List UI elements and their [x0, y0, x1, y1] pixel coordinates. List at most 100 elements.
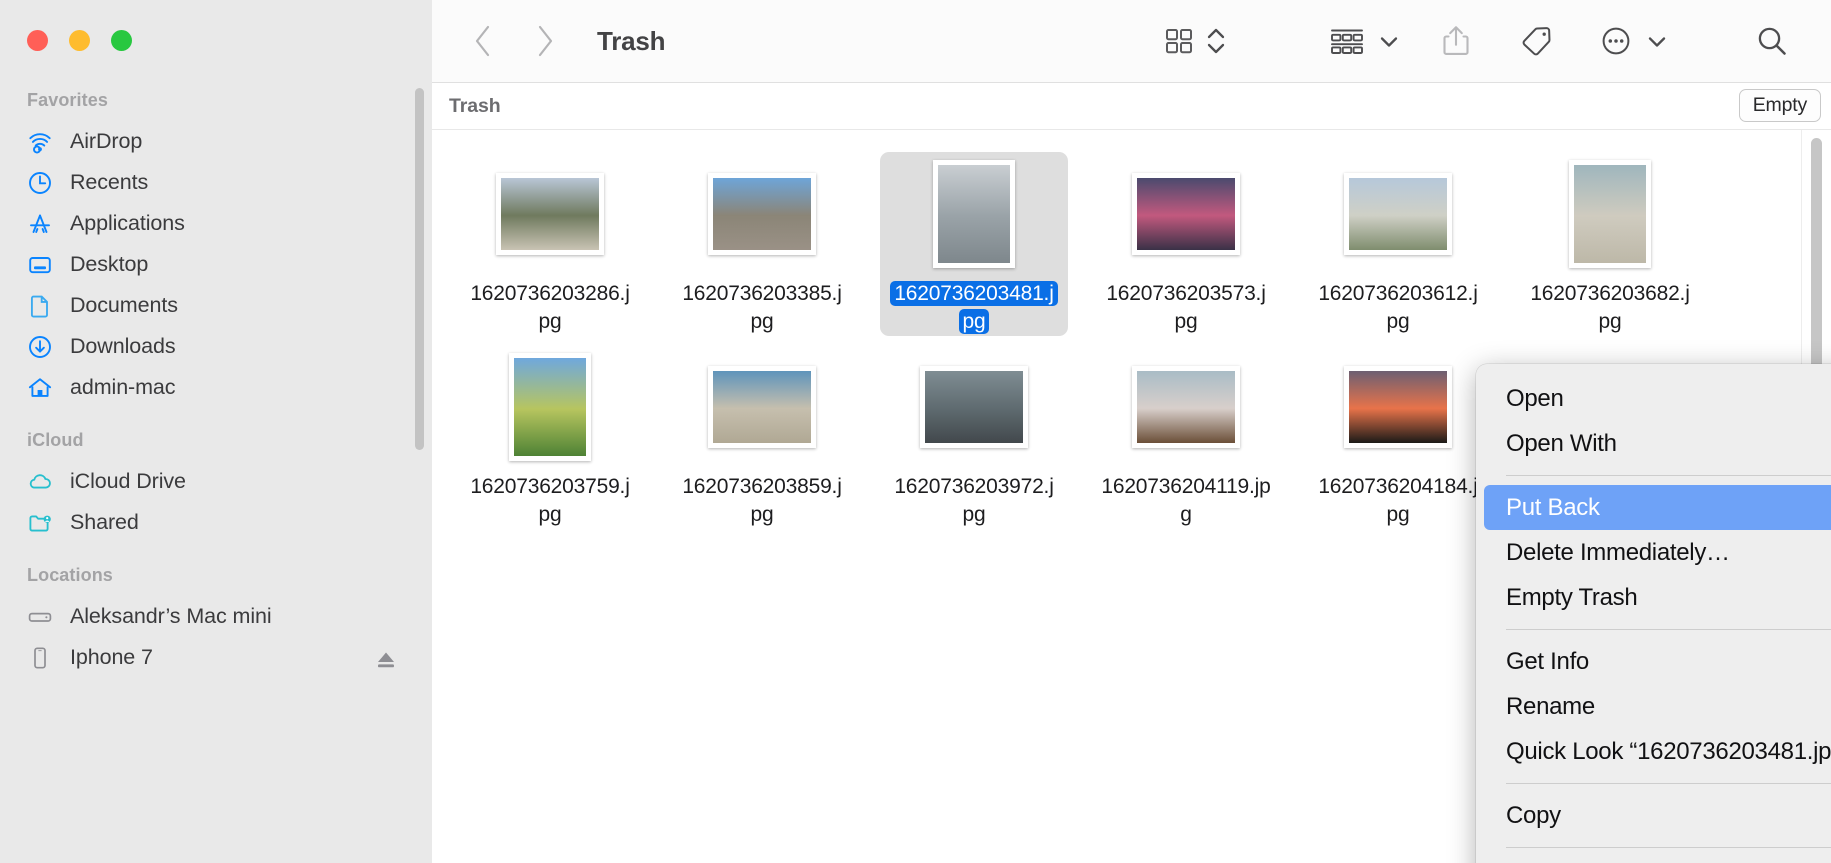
- photo-preview: [708, 365, 816, 448]
- toolbar-right-group: [1161, 18, 1831, 64]
- sidebar-item-icloud-drive[interactable]: iCloud Drive: [0, 461, 432, 502]
- photo-preview: [933, 160, 1015, 268]
- sidebar-item-label: iCloud Drive: [70, 469, 186, 493]
- file-item[interactable]: 1620736203286.jpg: [456, 152, 644, 336]
- forward-button[interactable]: [528, 22, 562, 60]
- sidebar-item-downloads[interactable]: Downloads: [0, 326, 432, 367]
- tag-button[interactable]: [1517, 18, 1555, 64]
- context-menu-item-label: Quick Look “1620736203481.jpg”: [1506, 737, 1831, 765]
- photo-preview: [1344, 173, 1452, 255]
- toolbar: Trash: [432, 0, 1831, 83]
- context-menu-item-label: Put Back: [1506, 493, 1600, 521]
- minimize-button[interactable]: [69, 30, 90, 51]
- file-item[interactable]: 1620736204119.jpg: [1092, 345, 1280, 529]
- sidebar-item-label: Iphone 7: [70, 645, 153, 669]
- sidebar-item-mac-mini[interactable]: Aleksandr’s Mac mini: [0, 596, 432, 637]
- context-menu-separator: [1506, 783, 1831, 784]
- sidebar-item-desktop[interactable]: Desktop: [0, 244, 432, 285]
- context-menu-item[interactable]: Delete Immediately…: [1476, 530, 1831, 575]
- file-item[interactable]: 1620736203859.jpg: [668, 345, 856, 529]
- file-name-label: 1620736203573.jpg: [1106, 282, 1266, 333]
- share-button[interactable]: [1439, 18, 1473, 64]
- sidebar-item-label: Desktop: [70, 252, 149, 276]
- cloud-icon: [26, 468, 54, 496]
- file-thumbnail: [912, 353, 1036, 461]
- photo-preview: [509, 352, 591, 461]
- context-menu-item[interactable]: Open: [1476, 376, 1831, 421]
- sidebar-item-recents[interactable]: Recents: [0, 162, 432, 203]
- empty-trash-button[interactable]: Empty: [1738, 89, 1821, 122]
- context-menu-item[interactable]: Copy: [1476, 793, 1831, 838]
- file-name-label: 1620736203759.jpg: [470, 474, 630, 526]
- file-name-label: 1620736203481.jpg: [889, 280, 1059, 336]
- context-menu-separator: [1506, 629, 1831, 630]
- close-button[interactable]: [27, 30, 48, 51]
- page-title: Trash: [597, 25, 666, 56]
- file-thumbnail: [488, 352, 612, 461]
- context-menu-item[interactable]: Rename: [1476, 684, 1831, 729]
- zoom-button[interactable]: [111, 30, 132, 51]
- finder-window: Favorites AirDrop Recents Applications D…: [0, 0, 1831, 863]
- view-mode-button[interactable]: [1161, 18, 1197, 64]
- sidebar-scrollbar[interactable]: [415, 88, 424, 848]
- file-item[interactable]: 1620736203972.jpg: [880, 345, 1068, 529]
- sidebar-item-iphone-7[interactable]: Iphone 7: [0, 637, 432, 678]
- eject-icon[interactable]: [374, 648, 394, 668]
- file-thumbnail: [1336, 160, 1460, 268]
- view-stepper-button[interactable]: [1203, 18, 1229, 64]
- context-menu-item[interactable]: Get Info: [1476, 639, 1831, 684]
- context-menu-item-label: Delete Immediately…: [1506, 538, 1730, 566]
- sidebar-item-applications[interactable]: Applications: [0, 203, 432, 244]
- file-item[interactable]: 1620736203385.jpg: [668, 152, 856, 336]
- applications-icon: [26, 210, 54, 238]
- photo-preview: [920, 365, 1028, 448]
- context-menu-item-label: Rename: [1506, 692, 1595, 720]
- search-button[interactable]: [1753, 18, 1791, 64]
- photo-preview: [1344, 365, 1452, 448]
- sidebar-group-icloud-title: iCloud: [27, 430, 84, 450]
- sidebar-item-airdrop[interactable]: AirDrop: [0, 121, 432, 162]
- file-item[interactable]: 1620736203573.jpg: [1092, 152, 1280, 336]
- sidebar-item-admin-mac[interactable]: admin-mac: [0, 367, 432, 408]
- file-item[interactable]: 1620736203481.jpg: [880, 152, 1068, 336]
- file-item[interactable]: 1620736204184.jpg: [1304, 345, 1492, 529]
- file-name-label: 1620736204119.jpg: [1101, 474, 1271, 526]
- downloads-icon: [26, 333, 54, 361]
- sidebar-group-locations-title: Locations: [27, 565, 113, 585]
- file-name-label: 1620736203972.jpg: [894, 474, 1054, 526]
- file-name-label: 1620736203385.jpg: [682, 282, 842, 333]
- sidebar-scrollbar-thumb[interactable]: [415, 88, 424, 450]
- file-item[interactable]: 1620736203682.jpg: [1516, 152, 1704, 336]
- sidebar-item-shared[interactable]: Shared: [0, 502, 432, 543]
- group-by-button[interactable]: [1327, 18, 1367, 64]
- sidebar-item-documents[interactable]: Documents: [0, 285, 432, 326]
- file-thumbnail: [488, 160, 612, 268]
- home-icon: [26, 374, 54, 402]
- sidebar-scroll-area: Favorites AirDrop Recents Applications D…: [0, 78, 432, 863]
- context-menu-item[interactable]: Empty Trash: [1476, 575, 1831, 620]
- file-name-label: 1620736204184.jpg: [1318, 474, 1478, 526]
- file-thumbnail: [1124, 160, 1248, 268]
- group-by-chevron-icon[interactable]: [1377, 18, 1401, 64]
- more-options-chevron-icon[interactable]: [1645, 18, 1669, 64]
- sidebar-item-label: Aleksandr’s Mac mini: [70, 604, 272, 628]
- back-button[interactable]: [466, 22, 500, 60]
- sidebar-item-label: AirDrop: [70, 129, 143, 153]
- context-menu-item[interactable]: Put Back: [1484, 485, 1831, 530]
- file-item[interactable]: 1620736203612.jpg: [1304, 152, 1492, 336]
- file-name-label: 1620736203612.jpg: [1318, 282, 1478, 333]
- path-subheader: Trash Empty: [432, 83, 1831, 130]
- mac-mini-icon: [26, 603, 54, 631]
- file-name-label: 1620736203682.jpg: [1530, 282, 1690, 333]
- photo-preview: [1132, 365, 1240, 448]
- iphone-icon: [26, 644, 54, 672]
- file-item[interactable]: 1620736203759.jpg: [456, 345, 644, 529]
- context-menu-item[interactable]: Quick Look “1620736203481.jpg”: [1476, 729, 1831, 774]
- sidebar-item-label: Downloads: [70, 334, 176, 358]
- document-icon: [26, 292, 54, 320]
- context-menu-item-label: Empty Trash: [1506, 583, 1638, 611]
- main-area: Trash Trash Empty 1620736203286.jpg 1620…: [432, 0, 1831, 863]
- more-options-button[interactable]: [1597, 18, 1635, 64]
- clock-icon: [26, 169, 54, 197]
- context-menu-item[interactable]: Open With: [1476, 421, 1831, 466]
